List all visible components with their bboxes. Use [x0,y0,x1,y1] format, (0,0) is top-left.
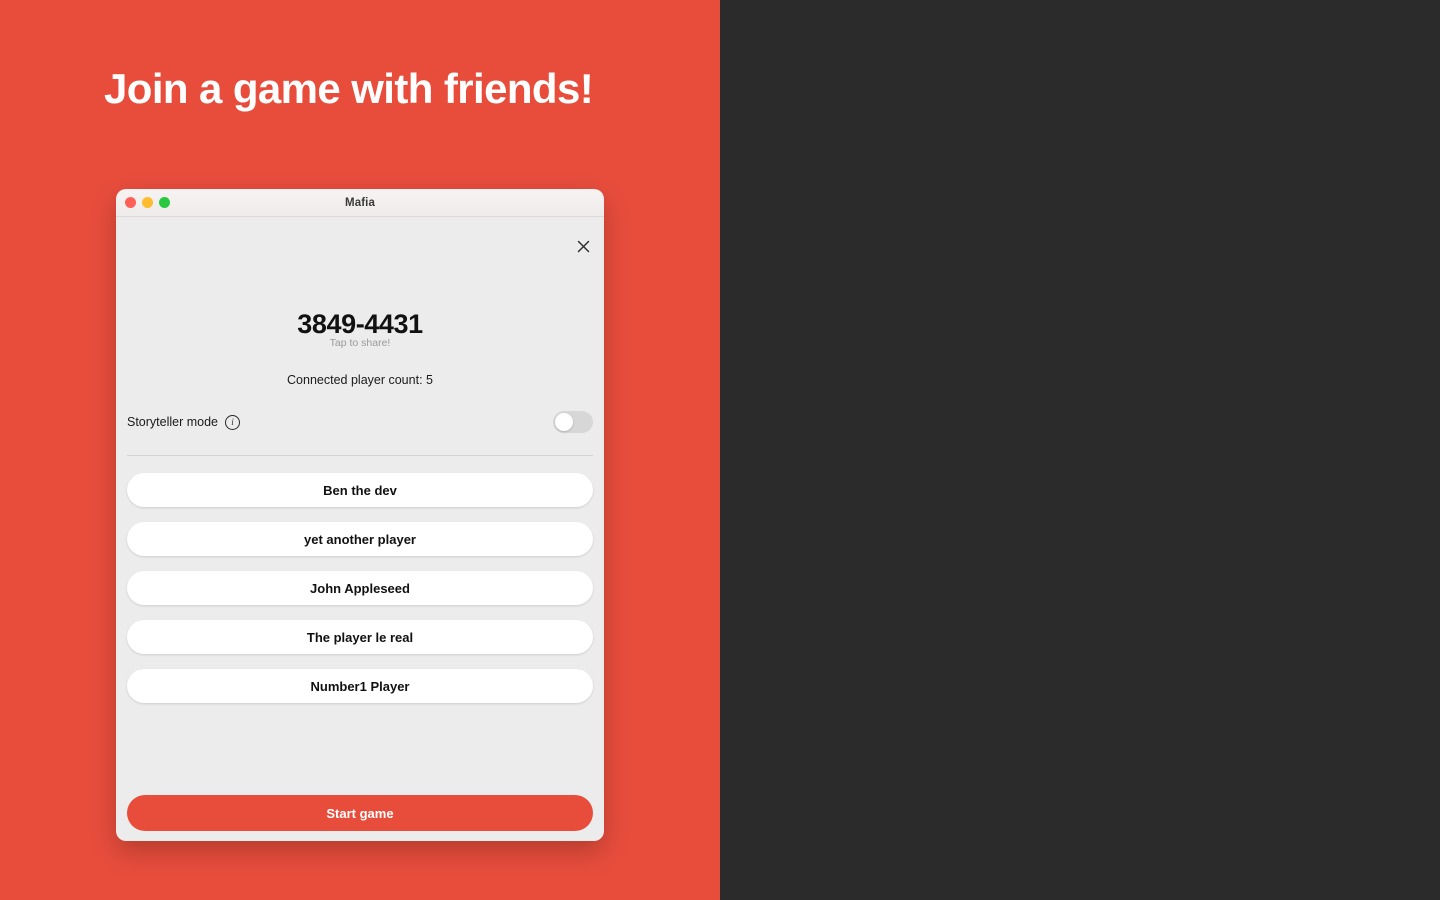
player-list-item[interactable]: The player le real [127,620,593,654]
player-name: The player le real [306,629,414,645]
storyteller-mode-row: Storyteller mode i [127,409,593,435]
close-light-icon[interactable] [125,197,136,208]
left-promo-panel: Join a game with friends! Mafia 3849-443… [0,0,720,900]
connected-player-count: Connected player count: 5 [287,373,433,387]
lobby-window: Mafia 3849-4431 Tap to share! Connected … [116,189,604,841]
left-headline: Join a game with friends! [104,65,594,112]
storyteller-mode-toggle[interactable] [553,411,593,433]
start-game-button[interactable]: Start game [127,795,593,831]
player-name: Number1 Player [310,678,410,694]
info-icon[interactable]: i [225,414,241,430]
tap-to-share-hint: Tap to share! [329,337,391,349]
player-name: yet another player [304,531,416,547]
player-name: John Appleseed [310,580,410,596]
lobby-window-title: Mafia [345,196,375,209]
player-list-item[interactable]: Number1 Player [127,669,593,703]
room-code[interactable]: 3849-4431 [116,309,604,340]
lobby-window-body: 3849-4431 Tap to share! Connected player… [116,217,604,841]
right-promo-panel: Mafia [720,0,1440,900]
screenshot-stage: Join a game with friends! Mafia 3849-443… [0,0,1440,900]
player-list: Ben the dev yet another player John Appl… [127,473,593,718]
player-list-item[interactable]: yet another player [127,522,593,556]
player-list-item[interactable]: Ben the dev [127,473,593,507]
maximize-light-icon[interactable] [159,197,170,208]
storyteller-mode-label: Storyteller mode [127,415,219,429]
player-list-item[interactable]: John Appleseed [127,571,593,605]
lobby-window-titlebar: Mafia [116,189,604,217]
minimize-light-icon[interactable] [142,197,153,208]
close-icon[interactable] [572,235,594,257]
window-traffic-lights[interactable] [125,189,170,216]
player-name: Ben the dev [323,482,397,498]
toggle-knob [555,413,573,431]
section-divider [127,455,593,456]
